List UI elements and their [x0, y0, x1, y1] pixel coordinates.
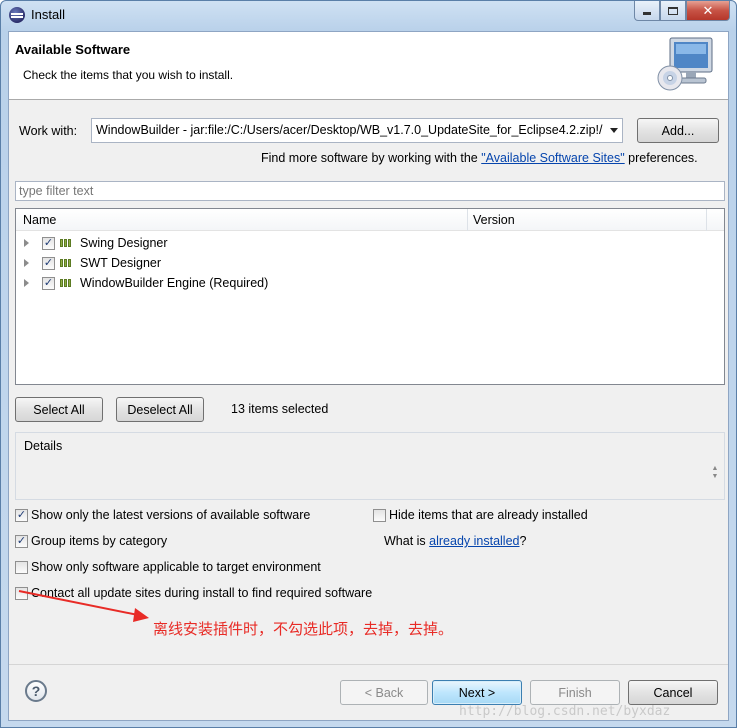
help-icon[interactable]: ? [25, 680, 47, 702]
minimize-button[interactable] [634, 1, 660, 21]
footer-divider [9, 664, 728, 665]
find-more-prefix: Find more software by working with the [261, 151, 482, 165]
eclipse-icon [9, 7, 25, 23]
already-installed-link[interactable]: already installed [429, 534, 519, 548]
column-divider[interactable] [706, 209, 707, 231]
work-with-value: WindowBuilder - jar:file:/C:/Users/acer/… [96, 123, 603, 137]
finish-button[interactable]: Finish [530, 680, 620, 705]
install-window: Install ✕ Available Software Check the i… [0, 0, 737, 728]
cancel-button[interactable]: Cancel [628, 680, 718, 705]
column-version[interactable]: Version [473, 213, 515, 227]
minimize-icon [643, 12, 651, 15]
window-title: Install [31, 7, 65, 22]
close-icon: ✕ [702, 2, 714, 18]
chevron-down-icon[interactable] [610, 128, 618, 133]
column-divider[interactable] [467, 209, 468, 231]
what-is-suffix: ? [519, 534, 527, 548]
annotation-text: 离线安装插件时，不勾选此项，去掉，去掉。 [153, 620, 454, 638]
work-with-combo[interactable]: WindowBuilder - jar:file:/C:/Users/acer/… [91, 118, 623, 143]
option-hide-installed[interactable]: Hide items that are already installed [373, 508, 613, 524]
find-more-suffix: preferences. [624, 151, 698, 165]
next-button[interactable]: Next > [432, 680, 522, 705]
title-bar: Install ✕ [1, 1, 736, 29]
what-is-prefix: What is [384, 534, 430, 548]
maximize-icon [668, 6, 678, 15]
install-computer-icon [657, 37, 713, 91]
watermark: http://blog.csdn.net/byxdaz [459, 704, 671, 719]
find-more-text: Find more software by working with the "… [261, 151, 698, 165]
back-button[interactable]: < Back [340, 680, 428, 705]
close-button[interactable]: ✕ [686, 1, 730, 21]
annotation-arrow [18, 590, 149, 622]
maximize-button[interactable] [660, 1, 686, 21]
option-label: Hide items that are already installed [389, 508, 588, 522]
what-is-installed-text: What is already installed? [384, 534, 526, 548]
add-button[interactable]: Add... [637, 118, 719, 143]
available-software-sites-link[interactable]: "Available Software Sites" [481, 151, 624, 165]
checkbox-hide-installed[interactable] [373, 509, 386, 522]
selection-status: 13 items selected [231, 402, 329, 416]
dialog-client-area: Available Software Check the items that … [8, 31, 729, 721]
window-controls: ✕ [634, 1, 730, 21]
scroll-arrows-icon[interactable]: ▲ ▼ [710, 465, 720, 481]
